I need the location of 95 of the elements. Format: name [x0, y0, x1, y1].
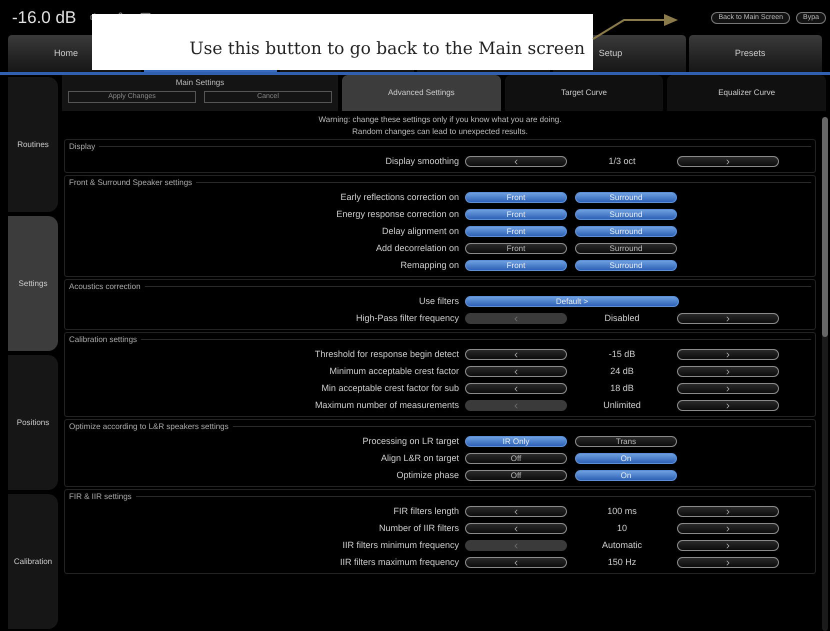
- next-button[interactable]: [677, 523, 779, 534]
- next-button[interactable]: [677, 400, 779, 411]
- setting-value: 18 dB: [609, 382, 635, 395]
- toggle-button[interactable]: Front: [465, 243, 567, 254]
- setting-value: Unlimited: [602, 398, 642, 412]
- next-button[interactable]: [677, 313, 779, 324]
- setting-label: Minimum acceptable crest factor: [328, 364, 460, 378]
- left-chevron-icon: [512, 508, 520, 516]
- previous-button[interactable]: [465, 156, 567, 167]
- setting-label: Processing on LR target: [361, 434, 460, 448]
- next-button[interactable]: [677, 383, 779, 394]
- left-chevron-icon: [512, 158, 520, 166]
- setting-label: Align L&R on target: [380, 452, 460, 465]
- next-button[interactable]: [677, 349, 779, 360]
- setting-label: Energy response correction on: [335, 208, 460, 221]
- setting-value: 150 Hz: [606, 556, 638, 569]
- next-button[interactable]: [677, 506, 779, 517]
- setting-value: Disabled: [603, 312, 641, 325]
- setting-value: 10: [616, 522, 628, 535]
- toggle-button[interactable]: Surround: [575, 243, 677, 254]
- right-chevron-icon: [724, 368, 732, 376]
- right-chevron-icon: [724, 508, 732, 516]
- previous-button[interactable]: [465, 366, 567, 377]
- group-title: Calibration settings: [69, 334, 138, 346]
- left-chevron-icon: [512, 368, 520, 376]
- group-title: Acoustics correction: [69, 280, 141, 292]
- group-title: FIR & IIR settings: [69, 490, 132, 502]
- setting-label: Number of IIR filters: [378, 522, 460, 535]
- group-title: Display: [69, 140, 96, 152]
- setting-label: FIR filters length: [392, 504, 460, 518]
- sub-tab[interactable]: Target Curve: [504, 75, 664, 111]
- setting-label: Delay alignment on: [380, 224, 460, 238]
- right-chevron-icon: [724, 558, 732, 566]
- left-chevron-icon: [512, 350, 520, 358]
- setting-value: Automatic: [600, 538, 644, 552]
- right-chevron-icon: [724, 350, 732, 358]
- previous-button[interactable]: [465, 506, 567, 517]
- setting-label: Early reflections correction on: [339, 190, 460, 204]
- setting-label: Maximum number of measurements: [314, 398, 460, 412]
- next-button[interactable]: [677, 366, 779, 377]
- setting-label: Use filters: [418, 294, 460, 308]
- warning-text: Random changes can lead to unexpected results.: [351, 127, 529, 137]
- setting-label: IIR filters minimum frequency: [341, 538, 460, 552]
- right-chevron-icon: [724, 524, 732, 532]
- toggle-button[interactable]: Surround: [575, 209, 677, 220]
- setting-label: IIR filters maximum frequency: [338, 556, 460, 569]
- previous-button[interactable]: [465, 557, 567, 568]
- panel-title: Main Settings: [176, 77, 224, 89]
- sub-tab[interactable]: Advanced Settings: [342, 75, 501, 111]
- setting-value: 1/3 oct: [607, 154, 637, 168]
- toggle-button[interactable]: Trans: [575, 436, 677, 447]
- scrollbar[interactable]: [822, 117, 828, 631]
- setting-label: Remapping on: [399, 258, 460, 272]
- right-chevron-icon: [724, 314, 732, 322]
- side-tab[interactable]: Calibration: [8, 494, 58, 629]
- left-chevron-icon: [512, 314, 520, 322]
- setting-label: Min acceptable crest factor for sub: [320, 382, 460, 395]
- setting-label: Display smoothing: [384, 154, 460, 168]
- previous-button[interactable]: [465, 383, 567, 394]
- warning-text: Warning: change these settings only if you know what you are doing.: [318, 115, 562, 125]
- setting-label: Add decorrelation on: [374, 242, 460, 255]
- next-button[interactable]: [677, 156, 779, 167]
- right-chevron-icon: [724, 402, 732, 410]
- previous-button[interactable]: [465, 349, 567, 360]
- toggle-button[interactable]: Off: [465, 470, 567, 481]
- setting-value: 24 dB: [609, 364, 635, 378]
- next-button[interactable]: [677, 557, 779, 568]
- setting-label: High-Pass filter frequency: [354, 312, 460, 325]
- left-chevron-icon: [512, 524, 520, 532]
- previous-button[interactable]: [465, 523, 567, 534]
- toggle-button[interactable]: Surround: [575, 260, 677, 271]
- sub-tab[interactable]: Equalizer Curve: [667, 75, 826, 111]
- setting-label: Optimize phase: [395, 468, 460, 482]
- left-chevron-icon: [512, 558, 520, 566]
- next-button[interactable]: [677, 540, 779, 551]
- filter-select[interactable]: Default >: [465, 296, 679, 307]
- setting-value: 100 ms: [606, 504, 638, 518]
- setting-label: Threshold for response begin detect: [314, 348, 460, 361]
- main-tab[interactable]: Presets: [688, 35, 822, 72]
- left-chevron-icon: [512, 402, 520, 410]
- right-chevron-icon: [724, 158, 732, 166]
- left-chevron-icon: [512, 384, 520, 392]
- side-tab[interactable]: Positions: [8, 355, 58, 490]
- right-chevron-icon: [724, 542, 732, 550]
- toggle-button[interactable]: Off: [465, 453, 567, 464]
- right-chevron-icon: [724, 384, 732, 392]
- group-title: Optimize according to L&R speakers settings: [69, 420, 229, 432]
- setting-value: -15 dB: [608, 348, 636, 361]
- toggle-button[interactable]: Surround: [575, 226, 677, 237]
- group-title: Front & Surround Speaker settings: [69, 176, 192, 188]
- volume-level: -16.0 dB: [12, 6, 76, 29]
- side-tab[interactable]: Settings: [8, 216, 58, 351]
- side-tab[interactable]: Routines: [8, 77, 58, 212]
- left-chevron-icon: [512, 542, 520, 550]
- toggle-button[interactable]: Surround: [575, 192, 677, 203]
